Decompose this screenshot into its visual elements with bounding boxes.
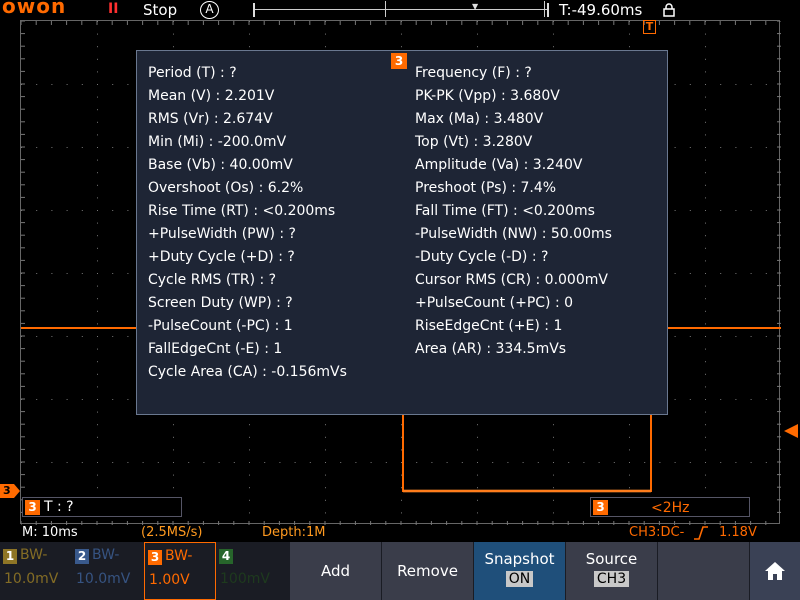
measurement-item: Cursor RMS (CR) : 0.000mV xyxy=(415,272,608,288)
lock-icon[interactable] xyxy=(663,3,675,17)
owon-logo-icon: owon xyxy=(2,0,66,18)
trigger-position-marker-icon: ▼ xyxy=(472,2,479,11)
blank-softkey[interactable] xyxy=(657,542,749,600)
channel-2-box[interactable]: 2 BW- 10.0mV xyxy=(72,542,144,600)
trigger-info-readout[interactable]: CH3:DC- xyxy=(629,525,684,540)
status-row: M: 10ms (2.5MS/s) Depth:1M CH3:DC- 1.18V xyxy=(0,524,800,542)
snapshot-value-text: ON xyxy=(508,571,531,587)
measurement-item: PK-PK (Vpp) : 3.680V xyxy=(415,88,560,104)
acquire-mode-icon[interactable]: A xyxy=(200,1,219,19)
measurement-item: -Duty Cycle (-D) : ? xyxy=(415,249,549,265)
home-icon xyxy=(765,562,785,580)
frequency-value: <2Hz xyxy=(651,500,690,516)
measurement-item: Fall Time (FT) : <0.200ms xyxy=(415,203,595,219)
brand-logo: owon xyxy=(2,0,90,22)
sample-rate-readout: (2.5MS/s) xyxy=(141,525,203,540)
home-button[interactable] xyxy=(749,542,800,600)
channel-number-badge: 4 xyxy=(219,549,233,564)
measurement-item: -PulseCount (-PC) : 1 xyxy=(148,318,293,334)
snapshot-button[interactable]: Snapshot ON xyxy=(473,542,565,600)
channel-1-box[interactable]: 1 BW- 10.0mV xyxy=(0,542,72,600)
trigger-time-readout: T:-49.60ms xyxy=(559,1,643,19)
channel-3-box[interactable]: 3 BW- 1.00V xyxy=(144,542,216,600)
measurement-item: +PulseCount (+PC) : 0 xyxy=(415,295,574,311)
frequency-field: 3 <2Hz xyxy=(590,497,750,517)
remove-button-label: Remove xyxy=(397,562,458,580)
channel-scale-label: 10.0mV xyxy=(4,571,59,587)
pause-icon[interactable]: II xyxy=(108,1,118,17)
channel-scale-label: 10.0mV xyxy=(76,571,131,587)
source-value: CH3 xyxy=(593,571,630,587)
channel-scale-label: 1.00V xyxy=(149,572,190,588)
add-button[interactable]: Add xyxy=(289,542,381,600)
timebase-readout[interactable]: M: 10ms xyxy=(22,525,78,540)
channel-number-badge: 3 xyxy=(148,550,162,565)
measurement-column-right: Frequency (F) : ? PK-PK (Vpp) : 3.680V Max… xyxy=(415,63,612,362)
top-status-bar: owon II Stop A ▼ T:-49.60ms xyxy=(0,0,800,20)
measurement-column-left: Period (T) : ? Mean (V) : 2.201V RMS (Vr) … xyxy=(148,63,347,385)
measurement-item: Top (Vt) : 3.280V xyxy=(415,134,533,150)
channel-4-box[interactable]: 4 100mV xyxy=(216,542,288,600)
measurement-item: Screen Duty (WP) : ? xyxy=(148,295,293,311)
channel-number-badge: 1 xyxy=(3,549,17,564)
channel-bw-label: BW- xyxy=(92,547,120,563)
measurement-item: Cycle Area (CA) : -0.156mVs xyxy=(148,364,347,380)
measurement-item: Preshoot (Ps) : 7.4% xyxy=(415,180,557,196)
memory-position-bar[interactable]: ▼ xyxy=(253,1,549,17)
snapshot-value: ON xyxy=(505,571,534,587)
ch3-marker-label: 3 xyxy=(3,484,11,497)
channel-bw-label: BW- xyxy=(165,548,193,564)
channel-number-badge: 2 xyxy=(75,549,89,564)
source-button-label: Source xyxy=(585,550,638,568)
measurement-item: FallEdgeCnt (-E) : 1 xyxy=(148,341,283,357)
rising-edge-icon xyxy=(694,526,708,540)
measurement-channel-badge: 3 xyxy=(391,53,407,69)
measurement-item: Overshoot (Os) : 6.2% xyxy=(148,180,304,196)
trigger-time-marker[interactable]: T xyxy=(643,20,656,34)
measurement-item: RiseEdgeCnt (+E) : 1 xyxy=(415,318,563,334)
trigger-marker-label: T xyxy=(645,20,654,33)
measurement-item: Frequency (F) : ? xyxy=(415,65,532,81)
measurement-item: Area (AR) : 334.5mVs xyxy=(415,341,567,357)
ch3-ground-marker[interactable]: 3 xyxy=(0,484,20,498)
trigger-level-readout[interactable]: 1.18V xyxy=(719,525,757,540)
period-value: T : ? xyxy=(44,499,74,515)
remove-button[interactable]: Remove xyxy=(381,542,473,600)
measurement-item: Amplitude (Va) : 3.240V xyxy=(415,157,583,173)
measurement-item: Rise Time (RT) : <0.200ms xyxy=(148,203,336,219)
measurement-item: Mean (V) : 2.201V xyxy=(148,88,275,104)
measurement-item: Base (Vb) : 40.00mV xyxy=(148,157,293,173)
add-button-label: Add xyxy=(320,562,351,580)
depth-readout[interactable]: Depth:1M xyxy=(262,525,325,540)
svg-text:owon: owon xyxy=(2,0,66,17)
run-state-label[interactable]: Stop xyxy=(143,1,177,19)
measurement-item: Max (Ma) : 3.480V xyxy=(415,111,544,127)
channel-scale-label: 100mV xyxy=(220,571,270,587)
period-channel-badge: 3 xyxy=(25,500,40,515)
measurement-item: +Duty Cycle (+D) : ? xyxy=(148,249,295,265)
measurement-item: -PulseWidth (NW) : 50.00ms xyxy=(415,226,612,242)
source-value-text: CH3 xyxy=(596,571,627,587)
measurement-item: Cycle RMS (TR) : ? xyxy=(148,272,277,288)
frequency-channel-badge: 3 xyxy=(593,500,608,515)
channel-bw-label: BW- xyxy=(20,547,48,563)
measurement-item: Min (Mi) : -200.0mV xyxy=(148,134,287,150)
snapshot-button-label: Snapshot xyxy=(484,550,555,568)
bottom-menu-bar: 1 BW- 10.0mV 2 BW- 10.0mV 3 BW- 1.00V 4 100mV Add … xyxy=(0,542,800,600)
trigger-level-arrow-icon[interactable] xyxy=(784,424,798,438)
memory-view-window[interactable] xyxy=(385,1,545,17)
source-button[interactable]: Source CH3 xyxy=(565,542,657,600)
measurement-item: RMS (Vr) : 2.674V xyxy=(148,111,273,127)
measurement-item: Period (T) : ? xyxy=(148,65,237,81)
period-field: 3 T : ? xyxy=(22,497,182,517)
measurement-item: +PulseWidth (PW) : ? xyxy=(148,226,296,242)
